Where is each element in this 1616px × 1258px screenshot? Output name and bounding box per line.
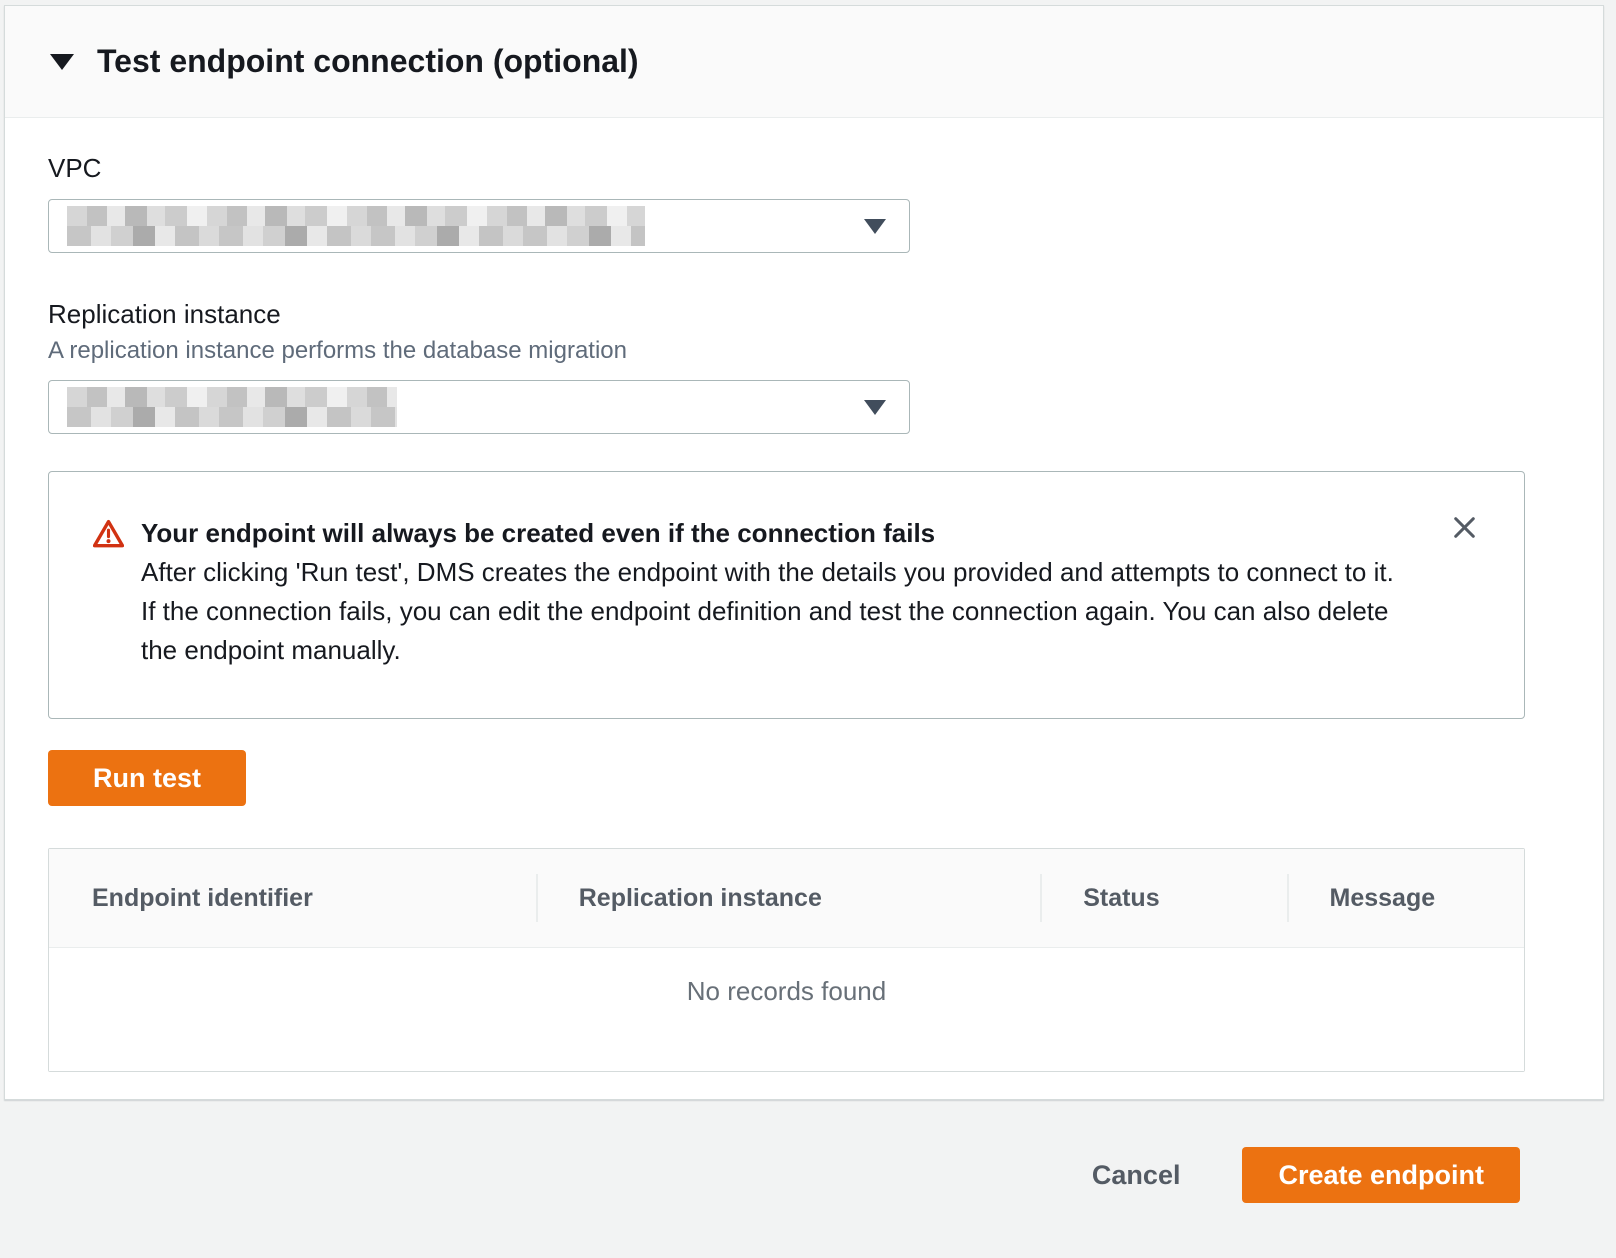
column-header-replication-instance: Replication instance: [536, 884, 1040, 913]
column-header-message: Message: [1287, 884, 1525, 913]
vpc-field: VPC: [48, 153, 1603, 253]
test-results-table: Endpoint identifier Replication instance…: [48, 848, 1525, 1072]
caret-down-icon: [50, 54, 74, 70]
chevron-down-icon: [864, 219, 886, 234]
column-header-endpoint-identifier: Endpoint identifier: [49, 884, 536, 913]
replication-instance-select[interactable]: [48, 380, 910, 434]
table-header-row: Endpoint identifier Replication instance…: [49, 849, 1524, 948]
replication-instance-selected-value-redacted: [67, 387, 397, 427]
table-empty-state: No records found: [49, 948, 1524, 1071]
form-actions-footer: Cancel Create endpoint: [0, 1100, 1616, 1258]
chevron-down-icon: [864, 400, 886, 415]
column-header-status: Status: [1040, 884, 1286, 913]
alert-body: After clicking 'Run test', DMS creates t…: [141, 553, 1404, 670]
replication-instance-label: Replication instance: [48, 299, 1603, 330]
vpc-selected-value-redacted: [67, 206, 645, 246]
vpc-select[interactable]: [48, 199, 910, 253]
replication-instance-field: Replication instance A replication insta…: [48, 299, 1603, 434]
alert-title: Your endpoint will always be created eve…: [141, 514, 1404, 553]
create-endpoint-button[interactable]: Create endpoint: [1242, 1147, 1520, 1203]
run-test-button[interactable]: Run test: [48, 750, 246, 806]
close-icon[interactable]: [1443, 506, 1486, 549]
warning-triangle-icon: [93, 519, 124, 670]
section-header-toggle[interactable]: Test endpoint connection (optional): [5, 6, 1603, 118]
cancel-button[interactable]: Cancel: [1092, 1147, 1181, 1203]
warning-alert: Your endpoint will always be created eve…: [48, 471, 1525, 719]
section-title: Test endpoint connection (optional): [97, 43, 639, 80]
vpc-label: VPC: [48, 153, 1603, 184]
alert-content: Your endpoint will always be created eve…: [141, 514, 1404, 670]
replication-instance-description: A replication instance performs the data…: [48, 337, 1603, 365]
test-endpoint-connection-panel: Test endpoint connection (optional) VPC …: [4, 5, 1604, 1100]
section-body: VPC Replication instance A replication i…: [5, 118, 1603, 1072]
